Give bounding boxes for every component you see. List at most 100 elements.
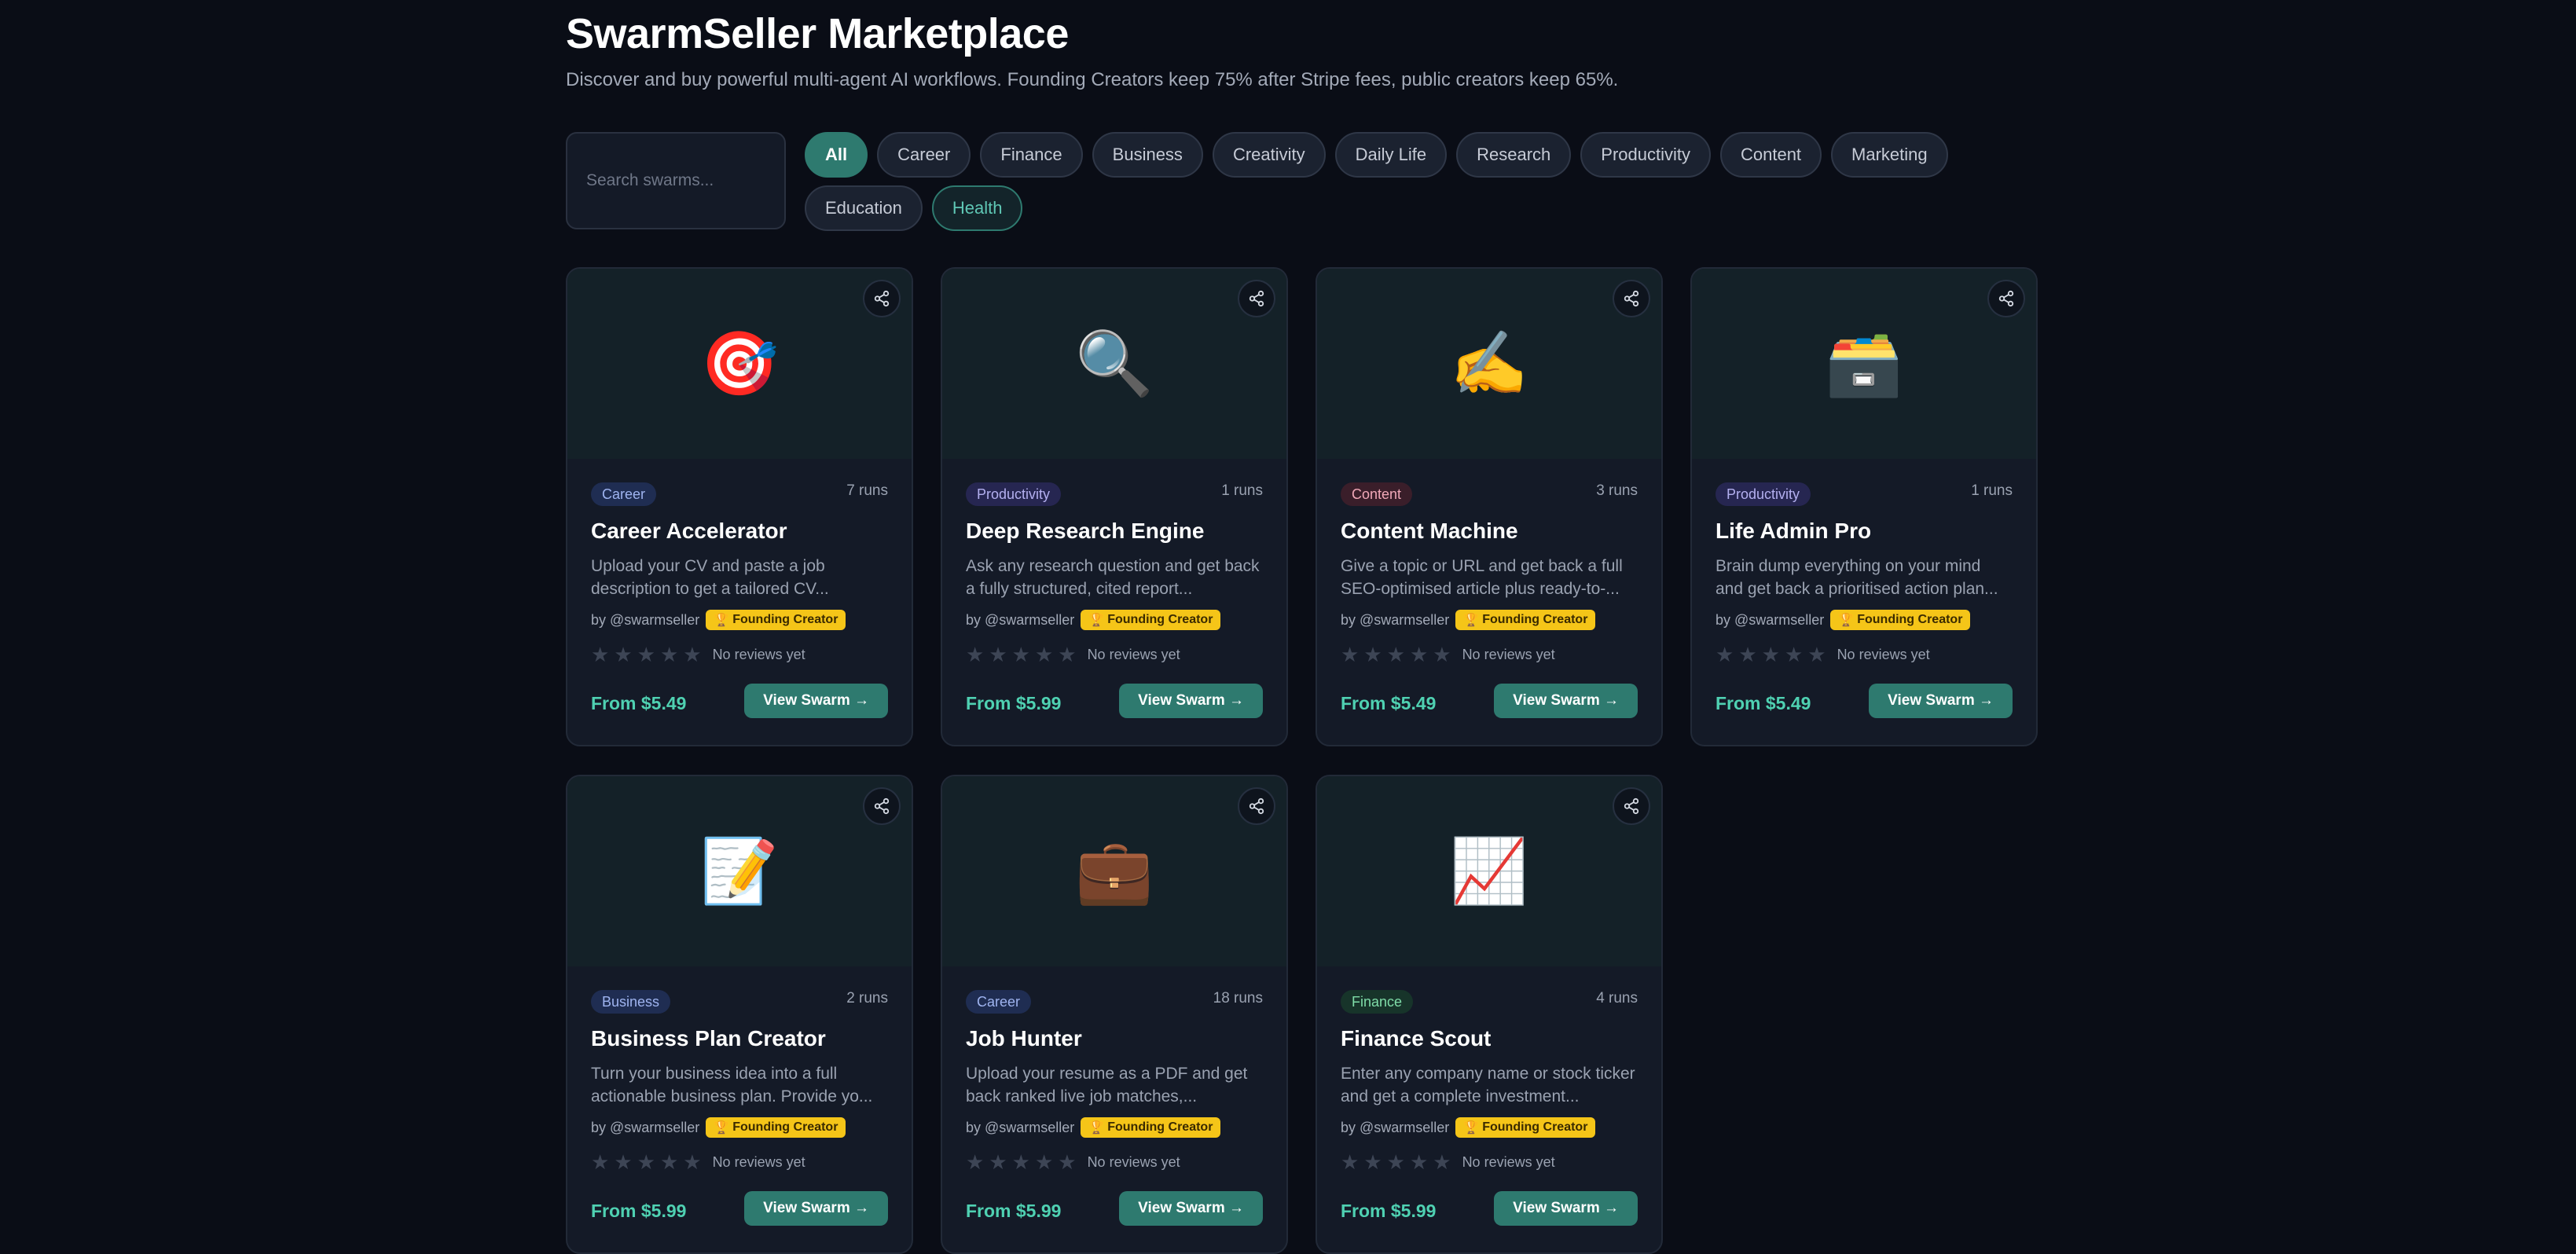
star-icon: ★ [1715,643,1734,666]
search-input[interactable] [566,132,786,229]
share-button[interactable] [863,280,901,317]
swarm-card[interactable]: 📝 Business 2 runs Business Plan Creator … [566,775,913,1254]
view-swarm-button[interactable]: View Swarm → [1869,684,2013,718]
trophy-icon: 🏆 [1838,614,1855,627]
share-button[interactable] [1238,787,1275,825]
reviews-text: No reviews yet [1462,646,1555,662]
filter-chip-health[interactable]: Health [931,185,1023,231]
star-icon: ★ [1738,643,1757,666]
star-icon: ★ [659,1150,679,1174]
filter-chip-creativity[interactable]: Creativity [1212,132,1326,178]
star-icon: ★ [1341,1150,1360,1174]
star-rating: ★ ★ ★ ★ ★ No reviews yet [966,644,1180,665]
card-title[interactable]: Career Accelerator [591,519,787,544]
star-icon: ★ [1761,643,1780,666]
filter-chip-marketing[interactable]: Marketing [1831,132,1948,178]
price: From $5.99 [966,693,1062,713]
filter-chip-career[interactable]: Career [877,132,971,178]
share-button[interactable] [1987,280,2025,317]
swarm-card[interactable]: 💼 Career 18 runs Job Hunter Upload your … [941,775,1288,1254]
card-description: Upload your resume as a PDF and get back… [966,1065,1248,1106]
swarm-card[interactable]: 🔍 Productivity 1 runs Deep Research Engi… [941,267,1288,746]
author-line: by @swarmseller 🏆 Founding Creator [966,1117,1221,1138]
author-line: by @swarmseller 🏆 Founding Creator [1341,1117,1596,1138]
card-title[interactable]: Job Hunter [966,1026,1082,1051]
swarm-card[interactable]: 🎯 Career 7 runs Career Accelerator Uploa… [566,267,913,746]
star-rating: ★ ★ ★ ★ ★ No reviews yet [591,644,805,665]
author-line: by @swarmseller 🏆 Founding Creator [1341,610,1596,630]
target-icon: 🎯 [700,328,779,398]
star-icon: ★ [1341,643,1360,666]
star-icon: ★ [1034,643,1054,666]
reviews-text: No reviews yet [1087,646,1180,662]
run-count: 3 runs [1596,482,1638,499]
filter-chip-productivity[interactable]: Productivity [1580,132,1711,178]
reviews-text: No reviews yet [1837,646,1930,662]
view-swarm-button[interactable]: View Swarm → [1119,684,1263,718]
star-icon: ★ [1011,643,1030,666]
author-link[interactable]: by @swarmseller [591,612,699,629]
author-link[interactable]: by @swarmseller [966,612,1074,629]
star-icon: ★ [1409,643,1429,666]
card-description: Ask any research question and get back a… [966,557,1260,598]
card-title[interactable]: Deep Research Engine [966,519,1204,544]
star-icon: ★ [1363,1150,1382,1174]
share-icon [1624,290,1639,307]
filter-chip-finance[interactable]: Finance [980,132,1083,178]
swarm-card[interactable]: 📈 Finance 4 runs Finance Scout Enter any… [1316,775,1663,1254]
author-link[interactable]: by @swarmseller [966,1120,1074,1136]
card-description: Brain dump everything on your mind and g… [1715,557,1998,598]
price: From $5.99 [1341,1201,1437,1221]
filter-chip-business[interactable]: Business [1092,132,1203,178]
card-hero: ✍️ [1317,269,1661,459]
run-count: 7 runs [846,482,888,499]
author-link[interactable]: by @swarmseller [1341,612,1449,629]
star-icon: ★ [966,1150,985,1174]
star-rating: ★ ★ ★ ★ ★ No reviews yet [591,1152,805,1172]
view-swarm-button[interactable]: View Swarm → [744,684,888,718]
share-icon [1624,798,1639,815]
author-link[interactable]: by @swarmseller [1341,1120,1449,1136]
filter-chip-all[interactable]: All [805,132,868,178]
card-title[interactable]: Content Machine [1341,519,1518,544]
view-swarm-button[interactable]: View Swarm → [1494,684,1638,718]
filter-chip-daily-life[interactable]: Daily Life [1334,132,1448,178]
author-line: by @swarmseller 🏆 Founding Creator [1715,610,1971,630]
memo-icon: 📝 [700,836,779,906]
swarm-card[interactable]: 🗃️ Productivity 1 runs Life Admin Pro Br… [1690,267,2038,746]
swarm-card[interactable]: ✍️ Content 3 runs Content Machine Give a… [1316,267,1663,746]
filter-chip-content[interactable]: Content [1719,132,1822,178]
share-button[interactable] [1613,787,1650,825]
author-link[interactable]: by @swarmseller [1715,612,1824,629]
star-icon: ★ [1058,1150,1077,1174]
card-title[interactable]: Business Plan Creator [591,1026,826,1051]
star-rating: ★ ★ ★ ★ ★ No reviews yet [1715,644,1930,665]
share-button[interactable] [1613,280,1650,317]
star-icon: ★ [989,1150,1007,1174]
card-title[interactable]: Finance Scout [1341,1026,1491,1051]
star-icon: ★ [614,643,633,666]
star-icon: ★ [683,1150,702,1174]
star-icon: ★ [1433,643,1451,666]
view-swarm-button[interactable]: View Swarm → [1119,1191,1263,1226]
magnifier-icon: 🔍 [1075,328,1154,398]
price: From $5.49 [1341,693,1437,713]
star-icon: ★ [1433,1150,1451,1174]
founding-creator-badge: 🏆 Founding Creator [1081,1117,1221,1138]
share-button[interactable] [863,787,901,825]
filter-chip-research[interactable]: Research [1456,132,1572,178]
writing-hand-icon: ✍️ [1450,328,1528,398]
star-rating: ★ ★ ★ ★ ★ No reviews yet [966,1152,1180,1172]
run-count: 1 runs [1221,482,1263,499]
share-icon [874,290,890,307]
view-swarm-button[interactable]: View Swarm → [744,1191,888,1226]
author-link[interactable]: by @swarmseller [591,1120,699,1136]
card-title[interactable]: Life Admin Pro [1715,519,1871,544]
view-swarm-button[interactable]: View Swarm → [1494,1191,1638,1226]
filter-chip-education[interactable]: Education [805,185,923,231]
card-hero: 💼 [942,776,1286,966]
star-icon: ★ [591,643,610,666]
star-icon: ★ [683,643,702,666]
card-description: Enter any company name or stock ticker a… [1341,1065,1635,1106]
share-button[interactable] [1238,280,1275,317]
